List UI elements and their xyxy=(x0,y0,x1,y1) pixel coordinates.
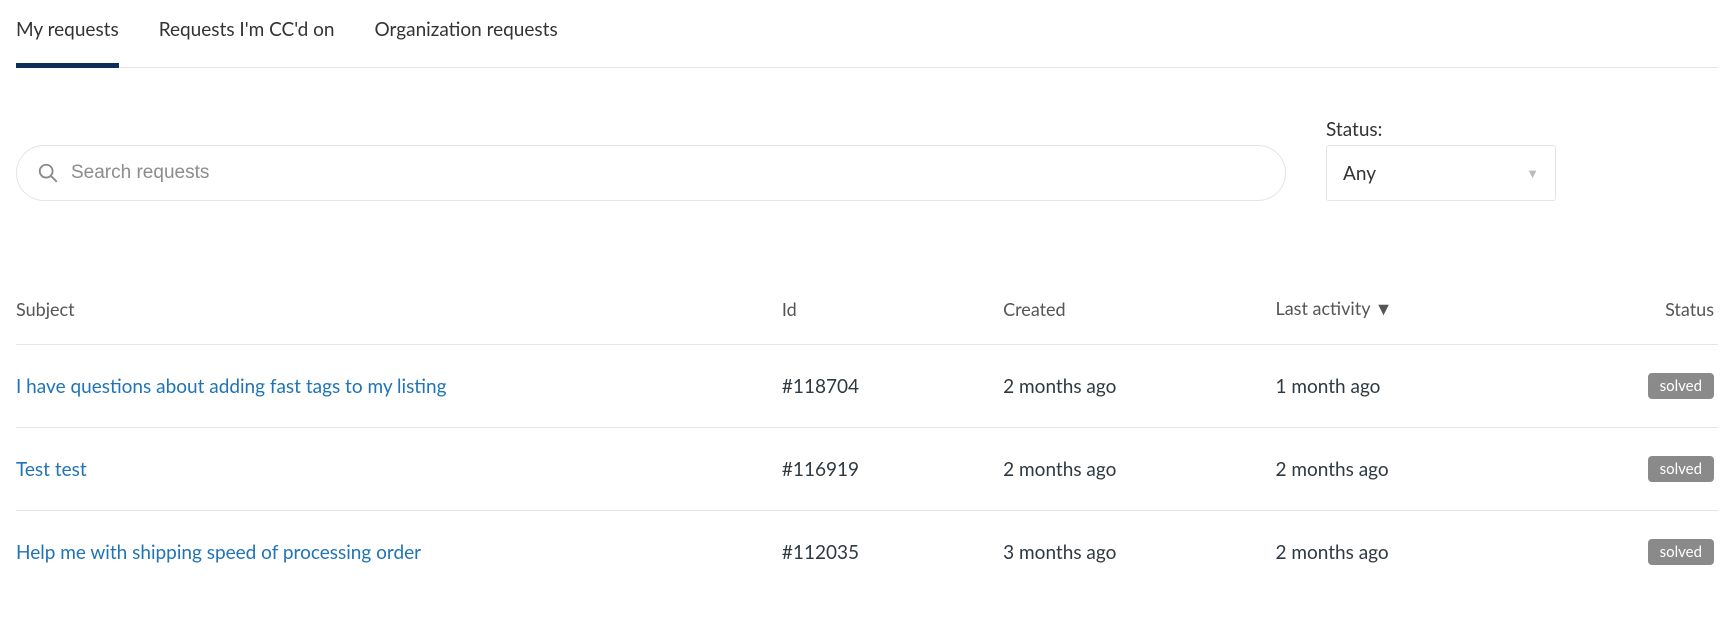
search-icon xyxy=(37,162,59,184)
tab-cc-requests[interactable]: Requests I'm CC'd on xyxy=(159,18,335,67)
tab-my-requests[interactable]: My requests xyxy=(16,18,119,67)
request-activity: 1 month ago xyxy=(1275,345,1547,428)
status-value: Any xyxy=(1343,162,1376,185)
requests-table: Subject Id Created Last activity ▼ Statu… xyxy=(16,281,1718,593)
sort-desc-icon: ▼ xyxy=(1375,297,1393,319)
chevron-down-icon: ▼ xyxy=(1526,165,1539,181)
status-badge: solved xyxy=(1648,539,1714,565)
filter-row: Status: Any ▼ xyxy=(16,118,1718,201)
table-row: Test test#1169192 months ago2 months ago… xyxy=(16,428,1718,511)
request-id: #112035 xyxy=(782,511,1003,594)
request-id: #116919 xyxy=(782,428,1003,511)
table-row: Help me with shipping speed of processin… xyxy=(16,511,1718,594)
col-last-activity-label: Last activity xyxy=(1275,297,1370,319)
request-created: 2 months ago xyxy=(1003,428,1275,511)
col-status[interactable]: Status xyxy=(1548,281,1718,345)
request-created: 3 months ago xyxy=(1003,511,1275,594)
request-activity: 2 months ago xyxy=(1275,511,1547,594)
col-last-activity[interactable]: Last activity ▼ xyxy=(1275,281,1547,345)
status-label: Status: xyxy=(1326,118,1556,141)
table-row: I have questions about adding fast tags … xyxy=(16,345,1718,428)
request-link[interactable]: Test test xyxy=(16,458,87,481)
col-subject[interactable]: Subject xyxy=(16,281,782,345)
tab-org-requests[interactable]: Organization requests xyxy=(375,18,558,67)
request-link[interactable]: I have questions about adding fast tags … xyxy=(16,375,447,398)
request-created: 2 months ago xyxy=(1003,345,1275,428)
search-box[interactable] xyxy=(16,145,1286,201)
request-link[interactable]: Help me with shipping speed of processin… xyxy=(16,541,421,564)
status-badge: solved xyxy=(1648,373,1714,399)
request-activity: 2 months ago xyxy=(1275,428,1547,511)
tabs: My requests Requests I'm CC'd on Organiz… xyxy=(16,18,1718,68)
col-id[interactable]: Id xyxy=(782,281,1003,345)
request-id: #118704 xyxy=(782,345,1003,428)
search-input[interactable] xyxy=(71,162,1265,184)
status-badge: solved xyxy=(1648,456,1714,482)
col-created[interactable]: Created xyxy=(1003,281,1275,345)
status-select[interactable]: Any ▼ xyxy=(1326,145,1556,201)
